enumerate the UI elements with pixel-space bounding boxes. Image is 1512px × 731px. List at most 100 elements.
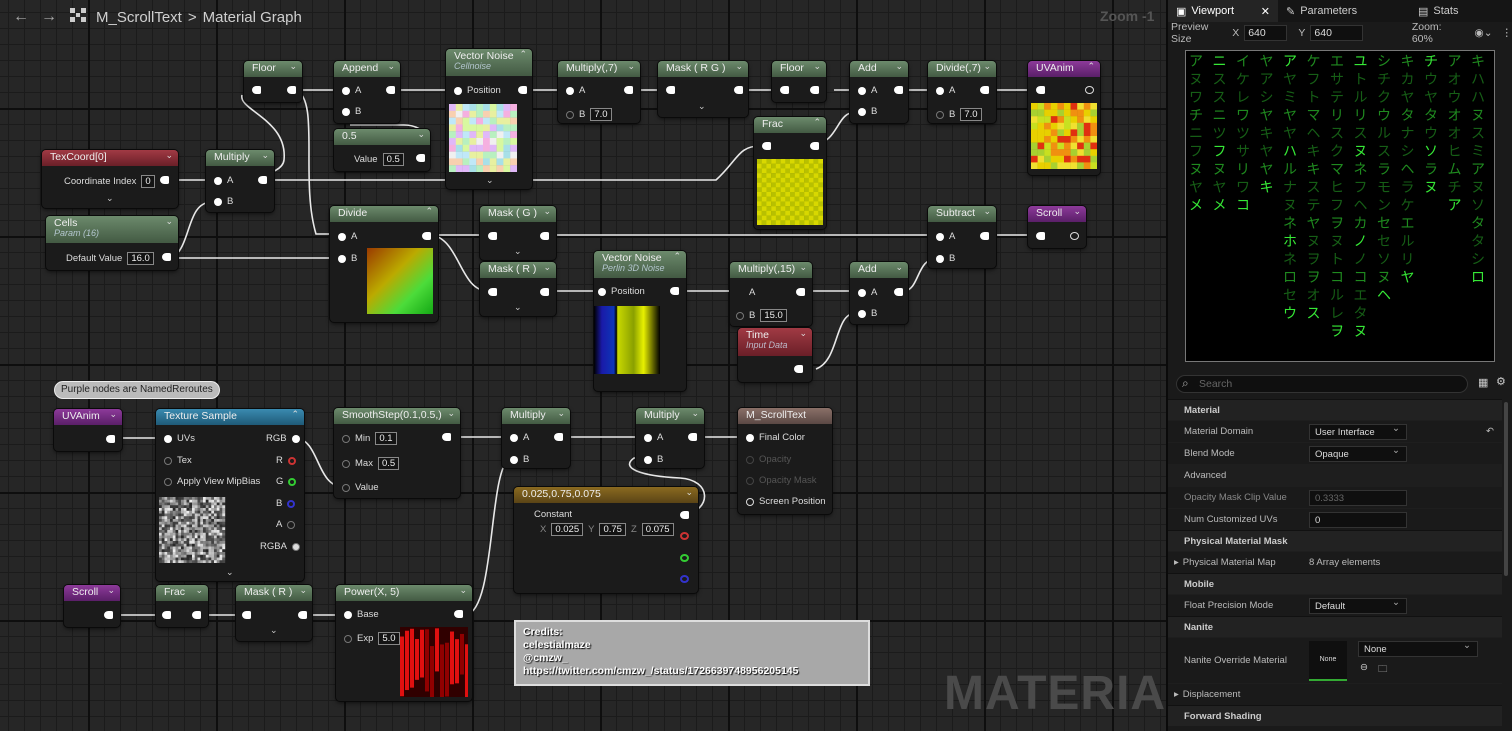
floor-node[interactable]: Floor ⌄ [244,61,302,102]
add2-node[interactable]: Add ⌄ A B [850,262,908,324]
multiply-node[interactable]: Multiply ⌄ A B [206,150,274,212]
time-node[interactable]: Time ⌄ Input Data [738,328,812,382]
credits-comment[interactable]: Credits: celestialmaze @cmzw_ https://tw… [514,620,870,686]
b-value-field[interactable]: 7.0 [590,108,612,121]
vector-noise-perlin-node[interactable]: Vector Noise ⌃ Perlin 3D Noise Position [594,251,686,391]
vector-noise-cellnoise-node[interactable]: Vector Noise ⌃ Cellnoise Position ⌄ [446,49,532,189]
scroll-reroute-node[interactable]: Scroll ⌄ [1028,206,1086,248]
tab-parameters[interactable]: ✎ Parameters [1278,0,1388,22]
breadcrumb-asset[interactable]: M_ScrollText [96,9,182,26]
more-icon[interactable]: ⋮ [1502,27,1512,39]
panel-scrollbar[interactable] [1504,402,1508,576]
viewport-preview[interactable]: アヌワチニフヌヤメニススニツフヌヤメイケレワツサリワコヤアシヤキヤヤキアヤミヤヤ… [1185,50,1495,362]
tab-viewport[interactable]: ▣ Viewport ✕ [1168,0,1278,22]
clip-value-input[interactable]: 0.3333 [1309,489,1407,506]
default-value-field[interactable]: 16.0 [127,252,154,265]
pin-a-icon[interactable] [342,86,350,95]
z-field[interactable]: 0.075 [641,523,674,536]
back-arrow-icon[interactable]: ← [10,8,32,26]
divide-7-node[interactable]: Divide(,7) ⌄ A B 7.0 [928,61,996,123]
table-view-icon[interactable]: ▦ [1478,376,1488,389]
reset-icon[interactable]: ↶ [1486,426,1494,437]
value-field[interactable]: 0.5 [382,153,404,166]
nanite-material-dropdown[interactable]: None [1358,640,1478,657]
material-thumbnail[interactable]: None [1309,640,1347,681]
floor-node-header: Floor ⌄ [244,61,302,77]
subtract-node[interactable]: Subtract ⌄ A B [928,206,996,268]
y-field[interactable]: 0.75 [599,523,626,536]
details-panel: ▣ Viewport ✕ ✎ Parameters ▤ Stats Preview Si… [1166,0,1512,731]
expand-arrow-icon[interactable]: ▸ [1174,557,1179,568]
constant3-node[interactable]: 0.025,0.75,0.075 ⌄ Constant X 0.025 Y 0.75 Z 0… [514,487,698,593]
max-field[interactable]: 0.5 [377,457,400,470]
multiply-15-node[interactable]: Multiply(,15) ⌄ A B 15.0 [730,262,812,326]
section-mobile[interactable]: Mobile [1168,573,1502,594]
customized-uvs-input[interactable]: 0 [1309,511,1407,528]
material-graph-canvas[interactable]: ← → M_ScrollText > Material Graph Zoom -… [0,0,1166,731]
smoothstep-node[interactable]: SmoothStep(0.1,0.5,) ⌄ Min 0.1 Max 0.5 Valu… [334,408,460,498]
row-advanced[interactable]: Advanced [1168,464,1502,486]
mask-g-node[interactable]: Mask ( G ) ⌄ ⌄ [480,206,556,260]
section-physical-mask[interactable]: Physical Material Mask [1168,530,1502,551]
multiply2-node[interactable]: Multiply ⌄ A B [502,408,570,468]
texture-sample-node[interactable]: Texture Sample ⌃ UVs Tex Apply View MipBi… [156,409,304,581]
matrix-glyph-column: ケフトマヘキキステヤヌヲヲオス [1306,54,1321,322]
reroute-comment-bubble[interactable]: Purple nodes are NamedReroutes [54,381,220,399]
section-nanite[interactable]: Nanite [1168,616,1502,637]
eye-icon[interactable]: ◉⌄ [1475,27,1493,39]
mask-rg-node[interactable]: Mask ( R G ) ⌄ ⌄ [658,61,748,117]
floor2-node[interactable]: Floor ⌄ [772,61,826,102]
browse-icon[interactable]: 🗀 [1378,662,1388,678]
mask-r-node[interactable]: Mask ( R ) ⌄ ⌄ [480,262,556,316]
add-node[interactable]: Add ⌄ A B [850,61,908,123]
mask-r2-node[interactable]: Mask ( R ) ⌄ ⌄ [236,585,312,641]
preview-y-input[interactable]: 640 [1310,25,1363,41]
x-field[interactable]: 0.025 [551,523,584,536]
texcoord-node[interactable]: TexCoord[0] ⌄ Coordinate Index 0 ⌄ [42,150,178,208]
collapse-chevron-icon[interactable]: ⌄ [387,61,395,72]
section-forward-shading[interactable]: Forward Shading [1168,705,1502,726]
multiply-7-node[interactable]: Multiply(,7) ⌄ A B 7.0 [558,61,640,123]
uvanim-reroute-node[interactable]: UVAnim ⌃ [1028,61,1100,175]
uvanim-reroute-node-2[interactable]: UVAnim ⌄ [54,409,122,451]
row-physical-map[interactable]: ▸ Physical Material Map 8 Array elements [1168,551,1502,573]
material-domain-dropdown[interactable]: User Interface [1309,423,1407,440]
pin-label: UVs [177,433,195,444]
details-search-input[interactable]: Search [1176,375,1468,393]
section-material[interactable]: Material [1168,399,1502,420]
blend-mode-dropdown[interactable]: Opaque [1309,445,1407,462]
append-node[interactable]: Append ⌄ A B [334,61,400,123]
float-precision-dropdown[interactable]: Default [1309,597,1407,614]
breadcrumb-title[interactable]: Material Graph [203,9,302,26]
pin-position-icon[interactable] [454,86,462,95]
frac2-node[interactable]: Frac ⌄ [156,585,208,627]
material-result-node[interactable]: M_ScrollText Final Color Opacity Opacity… [738,408,832,514]
row-label: Nanite Override Material [1184,655,1287,666]
scroll-reroute-node-2[interactable]: Scroll ⌄ [64,585,120,627]
row-displacement[interactable]: ▸ Displacement [1168,683,1502,705]
use-selected-icon[interactable]: ⊖ [1360,662,1368,673]
forward-arrow-icon[interactable]: → [38,8,60,26]
frac-node[interactable]: Frac ⌃ [754,117,826,229]
multiply3-node[interactable]: Multiply ⌄ A B [636,408,704,468]
preview-x-input[interactable]: 640 [1244,25,1288,41]
cells-param-node[interactable]: Cells ⌄ Param (16) Default Value 16.0 [46,216,178,270]
expand-arrow-icon[interactable]: ▸ [1174,689,1179,700]
b-value-field[interactable]: 15.0 [760,309,787,322]
matrix-glyph-column: ユトルリスヌネフヘカノノコエタヌ [1353,54,1368,340]
pin-b-icon[interactable] [342,107,350,116]
expand-chevron-icon[interactable]: ⌄ [486,175,494,186]
divide-node[interactable]: Divide ⌃ A B [330,206,438,322]
close-icon[interactable]: ✕ [1261,5,1270,18]
coordinate-index-field[interactable]: 0 [141,175,155,188]
constant-half-node[interactable]: 0.5 ⌄ Value 0.5 [334,129,430,171]
gear-icon[interactable]: ⚙ [1496,375,1506,388]
texture-preview [159,497,226,563]
power-node[interactable]: Power(X, 5) ⌄ Base Exp 5.0 [336,585,472,701]
min-field[interactable]: 0.1 [375,432,397,445]
exp-field[interactable]: 5.0 [378,632,400,645]
collapse-chevron-icon[interactable]: ⌄ [289,61,297,72]
b-value-field[interactable]: 7.0 [960,108,982,121]
tab-stats[interactable]: ▤ Stats [1388,0,1498,22]
node-title: Floor [780,62,804,74]
